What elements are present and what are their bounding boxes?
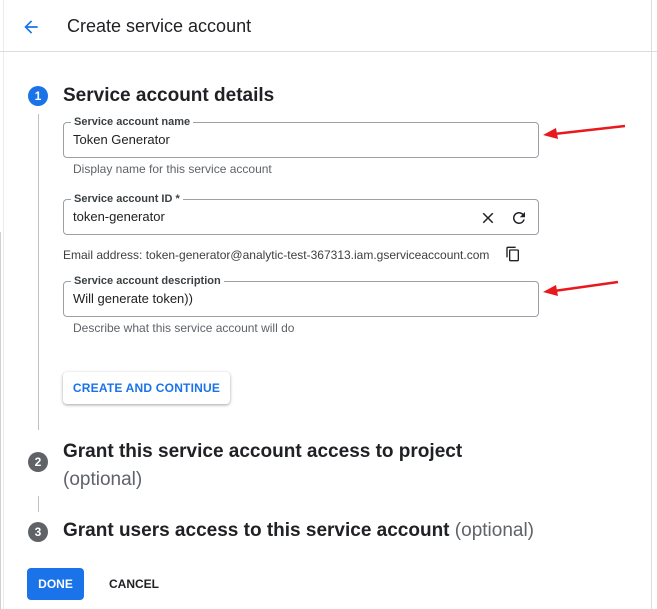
regenerate-id-button[interactable] — [509, 208, 529, 228]
clear-id-button[interactable] — [478, 208, 498, 228]
service-account-name-helper: Display name for this service account — [73, 162, 272, 176]
step-3-title-text: Grant users access to this service accou… — [63, 520, 450, 541]
back-button[interactable] — [18, 14, 44, 40]
step-3-title: Grant users access to this service accou… — [63, 520, 534, 542]
step-2-title-text: Grant this service account access to pro… — [63, 441, 463, 462]
service-account-id-input[interactable] — [73, 209, 463, 224]
step-1-connector — [38, 114, 39, 430]
create-and-continue-button[interactable]: CREATE AND CONTINUE — [63, 372, 230, 404]
service-account-description-helper: Describe what this service account will … — [73, 321, 295, 335]
copy-icon — [506, 246, 519, 262]
cancel-button[interactable]: CANCEL — [100, 568, 168, 600]
step-2-optional: (optional) — [63, 469, 143, 490]
service-account-name-field[interactable]: Service account name — [63, 115, 539, 158]
annotation-arrow-description — [543, 280, 619, 296]
page-title: Create service account — [67, 16, 252, 36]
step-3-optional: (optional) — [454, 520, 535, 541]
page-header: Create service account — [0, 0, 657, 52]
service-account-description-label: Service account description — [71, 274, 224, 288]
step-2-connector — [38, 496, 39, 512]
service-account-id-field[interactable]: Service account ID * — [63, 192, 539, 235]
annotation-arrow-name — [543, 124, 626, 139]
service-account-name-label: Service account name — [71, 115, 194, 129]
service-account-description-field[interactable]: Service account description — [63, 274, 539, 317]
service-account-id-label: Service account ID * — [71, 192, 183, 206]
step-2-title: Grant this service account access to pro… — [63, 438, 462, 494]
back-arrow-icon — [24, 20, 38, 34]
clear-icon — [482, 212, 494, 224]
service-account-description-input[interactable] — [73, 291, 473, 306]
left-border — [3, 0, 4, 609]
refresh-icon — [513, 212, 525, 224]
copy-email-button[interactable] — [503, 244, 523, 264]
step-3-indicator: 3 — [28, 522, 48, 542]
done-button[interactable]: DONE — [27, 568, 84, 600]
service-account-name-input[interactable] — [73, 132, 473, 147]
step-2-indicator: 2 — [28, 452, 48, 472]
email-address-text: Email address: token-generator@analytic-… — [63, 248, 490, 262]
step-1-title: Service account details — [63, 85, 275, 106]
left-border-lower — [0, 232, 1, 609]
step-1-indicator: 1 — [28, 86, 48, 106]
right-border — [651, 0, 652, 609]
